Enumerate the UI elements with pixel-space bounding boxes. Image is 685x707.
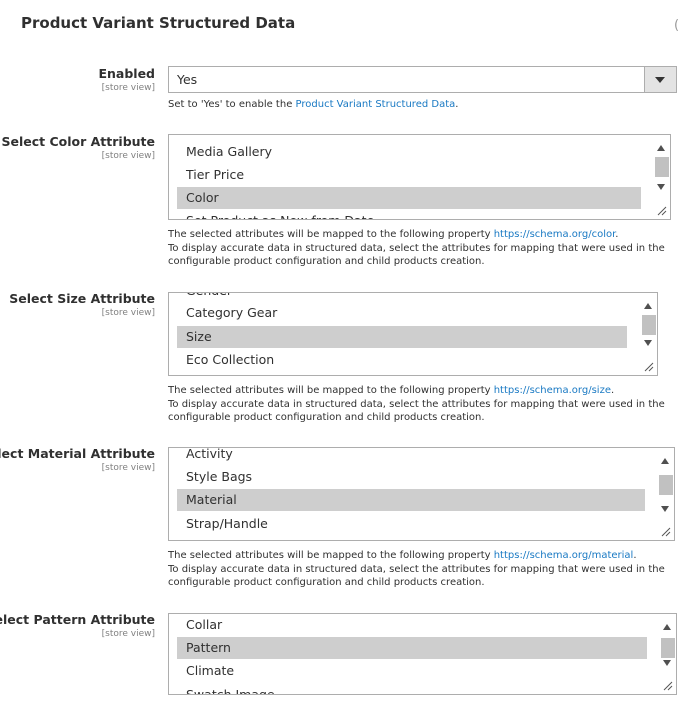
schema-color-link[interactable]: https://schema.org/color: [494, 229, 616, 240]
material-attribute-listbox[interactable]: Activity Style Bags Material Strap/Handl…: [168, 447, 675, 541]
list-option[interactable]: Tier Price: [177, 164, 641, 186]
list-option[interactable]: Climate: [177, 660, 647, 682]
list-option[interactable]: Eco Collection: [177, 349, 627, 371]
size-attribute-label: Select Size Attribute: [9, 291, 155, 306]
resize-grip-icon[interactable]: [661, 527, 671, 537]
pattern-attribute-scope: [store view]: [101, 629, 155, 639]
schema-size-link[interactable]: https://schema.org/size: [494, 385, 611, 396]
scroll-down-icon[interactable]: [661, 506, 669, 512]
scroll-thumb[interactable]: [661, 638, 675, 658]
material-attribute-label: Select Material Attribute: [0, 446, 155, 461]
scroll-up-icon[interactable]: [644, 303, 652, 309]
product-variant-structured-data-link[interactable]: Product Variant Structured Data: [296, 99, 456, 110]
size-attribute-scope: [store view]: [101, 308, 155, 318]
material-attribute-scope: [store view]: [101, 463, 155, 473]
section-title[interactable]: Product Variant Structured Data: [21, 14, 295, 32]
pattern-attribute-label: Select Pattern Attribute: [0, 612, 155, 627]
resize-grip-icon[interactable]: [663, 681, 673, 691]
list-option[interactable]: Strap/Handle: [177, 513, 645, 535]
resize-grip-icon[interactable]: [644, 362, 654, 372]
enabled-note: Set to 'Yes' to enable the Product Varia…: [168, 99, 459, 110]
list-option[interactable]: Gender: [177, 293, 627, 302]
list-option[interactable]: Activity: [177, 448, 645, 465]
list-option[interactable]: Style Bags: [177, 466, 645, 488]
scroll-up-icon[interactable]: [657, 145, 665, 151]
list-option-selected[interactable]: Size: [177, 326, 627, 348]
list-option-selected[interactable]: Pattern: [177, 637, 647, 659]
scroll-up-icon[interactable]: [663, 624, 671, 630]
scroll-down-icon[interactable]: [657, 184, 665, 190]
collapse-indicator-icon[interactable]: (: [674, 18, 679, 33]
resize-grip-icon[interactable]: [657, 206, 667, 216]
color-attribute-scope: [store view]: [101, 151, 155, 161]
scroll-up-icon[interactable]: [661, 458, 669, 464]
chevron-down-icon: [655, 77, 665, 83]
pattern-attribute-listbox[interactable]: Collar Pattern Climate Swatch Image: [168, 613, 677, 695]
size-attribute-note: The selected attributes will be mapped t…: [168, 385, 665, 423]
size-attribute-listbox[interactable]: Gender Category Gear Size Eco Collection: [168, 292, 658, 376]
enabled-select-toggle[interactable]: [644, 67, 676, 92]
scroll-thumb[interactable]: [642, 315, 656, 335]
list-option-selected[interactable]: Material: [177, 489, 645, 511]
material-attribute-note: The selected attributes will be mapped t…: [168, 550, 665, 588]
list-option[interactable]: Media Gallery: [177, 141, 641, 163]
enabled-select[interactable]: Yes: [168, 66, 677, 93]
scroll-thumb[interactable]: [655, 157, 669, 177]
color-attribute-note: The selected attributes will be mapped t…: [168, 229, 665, 267]
list-option-selected[interactable]: Color: [177, 187, 641, 209]
schema-material-link[interactable]: https://schema.org/material: [494, 550, 634, 561]
list-option[interactable]: Set Product as New from Date: [177, 210, 641, 219]
enabled-label: Enabled: [98, 66, 155, 81]
enabled-select-value: Yes: [177, 72, 198, 87]
list-option[interactable]: Swatch Image: [177, 684, 647, 694]
list-option[interactable]: Category Gear: [177, 302, 627, 324]
enabled-scope: [store view]: [101, 83, 155, 93]
scroll-down-icon[interactable]: [644, 340, 652, 346]
scroll-thumb[interactable]: [659, 475, 673, 495]
color-attribute-label: Select Color Attribute: [1, 134, 155, 149]
list-option[interactable]: Collar: [177, 614, 647, 636]
color-attribute-listbox[interactable]: Media Gallery Tier Price Color Set Produ…: [168, 134, 671, 220]
scroll-down-icon[interactable]: [663, 660, 671, 666]
